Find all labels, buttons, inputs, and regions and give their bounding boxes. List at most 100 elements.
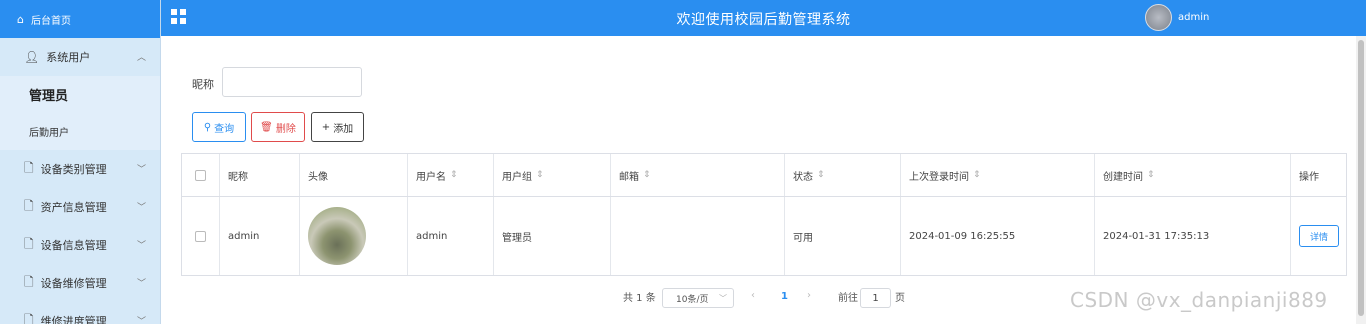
next-page-icon[interactable]: ›: [807, 290, 811, 301]
watermark: CSDN @vx_danpianji889: [1070, 288, 1328, 312]
chevron-up-icon: ︿: [136, 53, 146, 63]
column-header: 昵称: [220, 154, 300, 196]
column-header-label: 用户组: [502, 171, 532, 183]
user-icon: 👤︎: [24, 50, 40, 64]
sidebar-group-label: 维修进度管理: [40, 315, 107, 324]
sidebar-item-admins[interactable]: 管理员: [0, 76, 160, 113]
delete-button-label: 删除: [275, 123, 296, 135]
nickname-cell: admin: [220, 197, 300, 275]
page-size-value: 10条/页: [676, 294, 709, 305]
column-header-label: 上次登录时间: [909, 171, 969, 183]
nickname-label: 昵称: [192, 78, 214, 91]
select-all-checkbox[interactable]: [195, 169, 206, 181]
document-icon: 🗋︎: [24, 236, 34, 251]
user-photo: [308, 207, 366, 265]
sidebar-group-repair-progress[interactable]: 🗋︎ 维修进度管理 ﹀: [0, 302, 160, 324]
main-content: 昵称 ⚲ 查询 🗑︎ 删除 + 添加 昵称 头像 用户名 ⇕ 用户组 ⇕ 邮箱 ⇕ 状…: [161, 36, 1366, 324]
email-cell: [611, 197, 785, 275]
column-header[interactable]: 状态 ⇕: [785, 154, 901, 196]
sidebar-group-device-info[interactable]: 🗋︎ 设备信息管理 ﹀: [0, 226, 160, 264]
document-icon: 🗋︎: [24, 198, 34, 213]
trash-icon: 🗑︎: [260, 121, 273, 133]
column-header-label: 邮箱: [619, 171, 639, 183]
prev-page-icon[interactable]: ‹: [751, 290, 755, 301]
goto-page-input[interactable]: 1: [860, 288, 891, 308]
sidebar: ⌂ 后台首页 👤︎ 系统用户 ︿ 管理员 后勤用户 🗋︎ 设备类别管理 ﹀ 🗋︎…: [0, 0, 161, 324]
chevron-down-icon: ﹀: [719, 294, 727, 303]
add-button[interactable]: + 添加: [311, 112, 364, 142]
group-cell: 管理员: [494, 197, 611, 275]
table-header: 昵称 头像 用户名 ⇕ 用户组 ⇕ 邮箱 ⇕ 状态 ⇕ 上次登录时间 ⇕ 创建时间 ⇕ 操作: [182, 154, 1346, 197]
sidebar-group-system-users[interactable]: 👤︎ 系统用户 ︿: [0, 38, 160, 76]
user-table: 昵称 头像 用户名 ⇕ 用户组 ⇕ 邮箱 ⇕ 状态 ⇕ 上次登录时间 ⇕ 创建时间 ⇕ 操作…: [181, 153, 1347, 276]
column-header-label: 昵称: [228, 171, 248, 183]
table-row: admin admin 管理员 可用 2024-01-09 16:25:55 2…: [182, 197, 1346, 275]
row-select-cell: [182, 197, 220, 275]
current-user[interactable]: admin: [1178, 12, 1209, 23]
sort-icon[interactable]: ⇕: [973, 170, 981, 180]
column-header-label: 头像: [308, 171, 328, 183]
detail-button[interactable]: 详情: [1299, 225, 1339, 247]
sidebar-group-label: 设备信息管理: [40, 239, 107, 252]
select-all-cell: [182, 154, 220, 196]
status-cell: 可用: [785, 197, 901, 275]
sidebar-home-label: 后台首页: [30, 15, 71, 27]
column-header[interactable]: 邮箱 ⇕: [611, 154, 785, 196]
query-button-label: 查询: [214, 123, 235, 135]
current-page[interactable]: 1: [781, 291, 788, 302]
sort-icon[interactable]: ⇕: [817, 170, 825, 180]
sort-icon[interactable]: ⇕: [643, 170, 651, 180]
username-cell: admin: [408, 197, 494, 275]
document-icon: 🗋︎: [24, 312, 34, 324]
pagination-total: 共 1 条: [623, 293, 656, 304]
document-icon: 🗋︎: [24, 160, 34, 175]
avatar[interactable]: [1145, 4, 1172, 31]
column-header[interactable]: 用户名 ⇕: [408, 154, 494, 196]
avatar-cell: [300, 197, 408, 275]
column-header: 操作: [1291, 154, 1346, 196]
created-cell: 2024-01-31 17:35:13: [1095, 197, 1291, 275]
home-icon: ⌂: [17, 12, 24, 26]
sidebar-group-label: 设备类别管理: [40, 163, 107, 176]
column-header-label: 状态: [793, 171, 813, 183]
top-header: 欢迎使用校园后勤管理系统 admin: [161, 0, 1366, 36]
scrollbar-thumb[interactable]: [1358, 40, 1364, 316]
search-icon: ⚲: [203, 121, 212, 133]
action-cell: 详情: [1291, 197, 1346, 275]
sidebar-group-asset-info[interactable]: 🗋︎ 资产信息管理 ﹀: [0, 188, 160, 226]
plus-icon: +: [321, 121, 331, 133]
goto-label: 前往: [838, 293, 858, 304]
query-button[interactable]: ⚲ 查询: [192, 112, 246, 142]
column-header: 头像: [300, 154, 408, 196]
scrollbar[interactable]: [1356, 36, 1366, 324]
column-header[interactable]: 用户组 ⇕: [494, 154, 611, 196]
sidebar-group-label: 资产信息管理: [40, 201, 107, 214]
column-header[interactable]: 创建时间 ⇕: [1095, 154, 1291, 196]
column-header-label: 操作: [1299, 171, 1319, 183]
chevron-down-icon: ﹀: [136, 241, 146, 251]
delete-button[interactable]: 🗑︎ 删除: [251, 112, 305, 142]
add-button-label: 添加: [333, 123, 354, 135]
sidebar-home[interactable]: ⌂ 后台首页: [0, 0, 160, 38]
sidebar-group-device-category[interactable]: 🗋︎ 设备类别管理 ﹀: [0, 150, 160, 188]
chevron-down-icon: ﹀: [136, 279, 146, 289]
page-size-select[interactable]: 10条/页 ﹀: [662, 288, 734, 308]
page-unit-label: 页: [895, 293, 905, 304]
sidebar-group-label: 设备维修管理: [40, 277, 107, 290]
sidebar-group-label: 系统用户: [46, 51, 91, 64]
last-login-cell: 2024-01-09 16:25:55: [901, 197, 1095, 275]
column-header[interactable]: 上次登录时间 ⇕: [901, 154, 1095, 196]
column-header-label: 用户名: [416, 171, 446, 183]
sort-icon[interactable]: ⇕: [1147, 170, 1155, 180]
sort-icon[interactable]: ⇕: [450, 170, 458, 180]
chevron-down-icon: ﹀: [136, 165, 146, 175]
sidebar-item-logistics-users[interactable]: 后勤用户: [0, 113, 160, 150]
column-header-label: 创建时间: [1103, 171, 1143, 183]
row-checkbox[interactable]: [195, 230, 206, 242]
sidebar-group-device-repair[interactable]: 🗋︎ 设备维修管理 ﹀: [0, 264, 160, 302]
nickname-input[interactable]: [222, 67, 362, 97]
document-icon: 🗋︎: [24, 274, 34, 289]
chevron-down-icon: ﹀: [136, 203, 146, 213]
chevron-down-icon: ﹀: [136, 317, 146, 324]
sort-icon[interactable]: ⇕: [536, 170, 544, 180]
